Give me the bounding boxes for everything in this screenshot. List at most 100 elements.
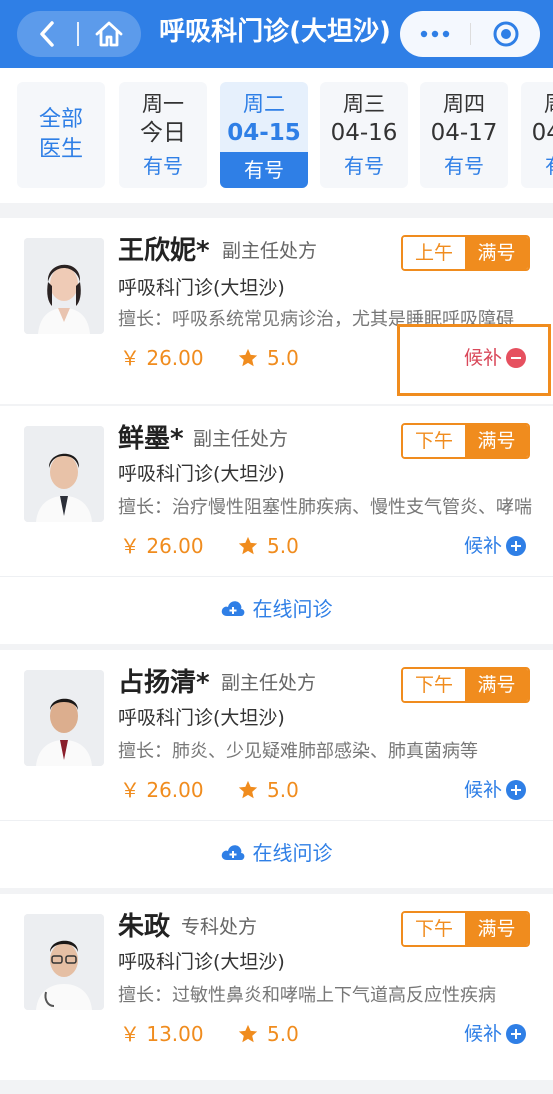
doctor-avatar xyxy=(24,670,104,766)
date-status: 有号 xyxy=(344,154,384,178)
close-mini-program-button[interactable] xyxy=(471,11,540,57)
doctor-avatar xyxy=(24,914,104,1010)
date-status: 有号 xyxy=(521,152,553,180)
slot-period: 下午 xyxy=(403,425,465,457)
mini-program-capsule xyxy=(400,11,540,57)
doctor-specialty: 擅长：过敏性鼻炎和哮喘上下气道高反应性疾病 xyxy=(118,985,496,1006)
date-weekday: 周一 xyxy=(142,92,184,116)
doctor-name: 朱政 xyxy=(118,912,171,942)
date-weekday: 周二 xyxy=(243,92,285,116)
date-value: 04-16 xyxy=(330,120,398,146)
waitlist-label: 候补 xyxy=(464,1023,503,1045)
consult-price: ￥ 13.00 xyxy=(120,1022,204,1046)
date-item-thu[interactable]: 周四 04-17 有号 xyxy=(420,82,508,188)
doctor-rating: 5.0 xyxy=(237,1020,299,1048)
date-weekday: 周三 xyxy=(343,92,385,116)
doctor-specialty: 擅长：治疗慢性阻塞性肺疾病、慢性支气管炎、哮喘 xyxy=(118,497,532,518)
slot-full: 满号 xyxy=(465,669,528,701)
doctor-card[interactable]: 鲜墨* 副主任处方 下午 满号 呼吸科门诊(大坦沙) 擅长：治疗慢性阻塞性肺疾病… xyxy=(0,406,553,644)
slot-full: 满号 xyxy=(465,913,528,945)
date-item-mon[interactable]: 周一 今日 有号 xyxy=(119,82,207,188)
slot-status-badge: 下午 满号 xyxy=(401,423,530,459)
date-status: 有号 xyxy=(444,154,484,178)
slot-period: 下午 xyxy=(403,669,465,701)
consult-price: ￥ 26.00 xyxy=(120,778,204,802)
date-all-doctors[interactable]: 全部 医生 xyxy=(17,82,105,188)
highlight-box xyxy=(397,324,551,396)
date-value: 今日 xyxy=(140,120,186,146)
page-title: 呼吸科门诊(大坦沙) xyxy=(159,17,391,47)
home-icon xyxy=(95,21,123,47)
date-selector: 全部 医生 周一 今日 有号 周二 04-15 有号 周三 04-16 有号 周四… xyxy=(0,68,553,203)
doctor-department: 呼吸科门诊(大坦沙) xyxy=(118,707,285,729)
waitlist-label: 候补 xyxy=(464,535,503,557)
date-item-tue[interactable]: 周二 04-15 有号 xyxy=(220,82,308,188)
rating-value: 5.0 xyxy=(267,534,299,558)
back-button[interactable] xyxy=(17,11,77,57)
waitlist-add-button[interactable]: 候补 xyxy=(464,532,527,560)
consult-price: ￥ 26.00 xyxy=(120,346,204,370)
home-button[interactable] xyxy=(79,11,139,57)
waitlist-label: 候补 xyxy=(464,779,503,801)
more-button[interactable] xyxy=(400,11,470,57)
waitlist-add-button[interactable]: 候补 xyxy=(464,1020,527,1048)
rating-value: 5.0 xyxy=(267,346,299,370)
doctor-card[interactable]: 占扬清* 副主任处方 下午 满号 呼吸科门诊(大坦沙) 擅长：肺炎、少见疑难肺部… xyxy=(0,650,553,888)
doctor-rating: 5.0 xyxy=(237,344,299,372)
date-item-wed[interactable]: 周三 04-16 有号 xyxy=(320,82,408,188)
target-icon xyxy=(493,21,518,47)
slot-status-badge: 下午 满号 xyxy=(401,667,530,703)
slot-period: 上午 xyxy=(403,237,465,269)
consult-price: ￥ 26.00 xyxy=(120,534,204,558)
nav-left-capsule xyxy=(17,11,141,57)
doctor-avatar xyxy=(24,426,104,522)
plus-circle-icon xyxy=(506,1024,527,1044)
date-value: 04-17 xyxy=(430,120,498,146)
date-status: 有号 xyxy=(143,154,183,178)
doctor-specialty: 擅长：肺炎、少见疑难肺部感染、肺真菌病等 xyxy=(118,741,478,762)
slot-full: 满号 xyxy=(465,425,528,457)
doctor-department: 呼吸科门诊(大坦沙) xyxy=(118,951,285,973)
slot-period: 下午 xyxy=(403,913,465,945)
slot-status-badge: 下午 满号 xyxy=(401,911,530,947)
rating-value: 5.0 xyxy=(267,1022,299,1046)
doctor-name: 王欣妮* xyxy=(118,236,210,266)
doctor-rating: 5.0 xyxy=(237,776,299,804)
date-value: 04-15 xyxy=(227,120,301,146)
star-icon xyxy=(238,348,258,367)
all-doctors-label: 全部 医生 xyxy=(38,107,83,162)
date-value: 04-18 xyxy=(531,120,553,146)
online-consult-label: 在线问诊 xyxy=(252,841,333,865)
doctor-name: 占扬清* xyxy=(118,668,210,698)
star-icon xyxy=(238,780,258,799)
cloud-plus-icon xyxy=(221,844,244,860)
doctor-name: 鲜墨* xyxy=(118,424,184,454)
online-consult-button[interactable]: 在线问诊 xyxy=(0,820,553,882)
online-consult-label: 在线问诊 xyxy=(252,597,333,621)
date-weekday: 周五 xyxy=(521,90,553,118)
date-status: 有号 xyxy=(220,152,308,188)
doctor-title: 副主任处方 xyxy=(221,672,317,694)
star-icon xyxy=(238,536,258,555)
online-consult-button[interactable]: 在线问诊 xyxy=(0,576,553,638)
doctor-title: 副主任处方 xyxy=(222,240,318,262)
doctor-rating: 5.0 xyxy=(237,532,299,560)
doctor-card[interactable]: 朱政 专科处方 下午 满号 呼吸科门诊(大坦沙) 擅长：过敏性鼻炎和哮喘上下气道… xyxy=(0,894,553,1080)
top-nav-bar: 呼吸科门诊(大坦沙) xyxy=(0,0,553,68)
doctor-department: 呼吸科门诊(大坦沙) xyxy=(118,277,285,299)
slot-full: 满号 xyxy=(465,237,528,269)
doctor-department: 呼吸科门诊(大坦沙) xyxy=(118,463,285,485)
slot-status-badge: 上午 满号 xyxy=(401,235,530,271)
waitlist-add-button[interactable]: 候补 xyxy=(464,776,527,804)
cloud-plus-icon xyxy=(221,600,244,616)
chevron-left-icon xyxy=(40,21,54,47)
rating-value: 5.0 xyxy=(267,778,299,802)
plus-circle-icon xyxy=(506,536,527,556)
doctor-title: 专科处方 xyxy=(181,916,258,938)
doctor-title: 副主任处方 xyxy=(193,428,289,450)
date-item-fri[interactable]: 周五 04-18 有号 xyxy=(521,82,553,188)
date-weekday: 周四 xyxy=(443,92,485,116)
star-icon xyxy=(238,1024,258,1043)
more-dots-icon xyxy=(420,30,450,38)
plus-circle-icon xyxy=(506,780,527,800)
